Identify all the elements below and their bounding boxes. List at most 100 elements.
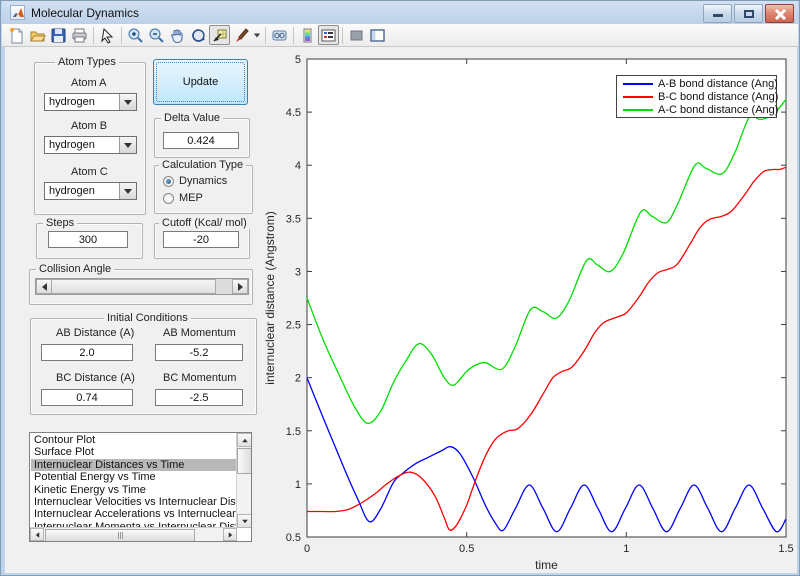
atom-a-label: Atom A — [71, 77, 107, 89]
colorbar-button[interactable] — [297, 25, 318, 45]
y-tick-label: 4.5 — [286, 107, 301, 119]
brush-icon — [236, 27, 249, 42]
insert-legend-button[interactable] — [318, 25, 339, 45]
mep-radio[interactable]: MEP — [163, 192, 203, 204]
listbox-vertical-scrollbar[interactable] — [236, 433, 251, 528]
arrow-cursor-icon — [101, 27, 114, 44]
y-tick-label: 2.5 — [286, 320, 301, 332]
plot-type-listbox[interactable]: Contour Plot Surface Plot Internuclear Dis… — [29, 432, 252, 542]
titlebar[interactable]: Molecular Dynamics — [2, 1, 798, 24]
calculation-type-label: Calculation Type — [159, 159, 247, 171]
figure-toolbar — [2, 24, 798, 47]
brush-dropdown-button[interactable] — [251, 25, 262, 45]
data-cursor-icon — [213, 29, 227, 41]
vertical-scroll-thumb[interactable] — [237, 448, 251, 474]
x-tick-label: 0 — [304, 543, 310, 555]
bc-distance-label: BC Distance (A) — [56, 372, 135, 384]
list-item[interactable]: Kinetic Energy vs Time — [31, 484, 236, 496]
link-plots-button[interactable] — [269, 25, 290, 45]
save-button[interactable] — [48, 25, 69, 45]
list-item[interactable]: Internuclear Accelerations vs Internucle… — [31, 508, 236, 520]
initial-conditions-label: Initial Conditions — [104, 312, 191, 324]
atom-b-dropdown[interactable]: hydrogen — [44, 136, 137, 154]
print-button[interactable] — [69, 25, 90, 45]
scroll-down-button[interactable] — [237, 514, 251, 528]
figure-client-area: Atom Types Atom A hydrogen Atom B hydrog… — [5, 47, 797, 573]
chevron-down-icon — [124, 188, 132, 194]
y-tick-label: 1.5 — [286, 426, 301, 438]
colorbar-icon — [303, 28, 312, 42]
legend-entry: A-C bond distance (Ang) — [617, 103, 778, 116]
y-axis-label: internuclear distance (Angstrom) — [263, 211, 277, 384]
minimize-button[interactable] — [703, 4, 732, 23]
list-item[interactable]: Internuclear Velocities vs Internuclear … — [31, 496, 236, 508]
list-item[interactable]: Contour Plot — [31, 434, 236, 446]
x-tick-label: 1 — [623, 543, 629, 555]
list-item[interactable]: Internuclear Distances vs Time — [31, 458, 236, 472]
radio-selected-icon — [163, 175, 174, 187]
bc-momentum-field[interactable]: -2.5 — [155, 389, 243, 406]
atom-a-dropdown[interactable]: hydrogen — [44, 93, 137, 111]
horizontal-scroll-thumb[interactable] — [45, 529, 195, 541]
brush-button[interactable] — [230, 25, 251, 45]
plot-legend[interactable]: A-B bond distance (Ang) B-C bond distance… — [616, 75, 779, 118]
arrow-cursor-button[interactable] — [97, 25, 118, 45]
zoom-in-button[interactable] — [125, 25, 146, 45]
chevron-down-icon — [124, 99, 132, 105]
zoom-in-icon — [128, 28, 143, 43]
listbox-horizontal-scrollbar[interactable] — [30, 527, 237, 541]
calculation-type-group: Calculation Type — [154, 159, 253, 214]
slider-right-arrow[interactable] — [232, 279, 248, 294]
legend-label: B-C bond distance (Ang) — [658, 90, 779, 103]
dynamics-radio[interactable]: Dynamics — [163, 175, 227, 187]
zoom-out-button[interactable] — [146, 25, 167, 45]
update-button[interactable]: Update — [153, 59, 248, 105]
ab-momentum-label: AB Momentum — [163, 327, 236, 339]
collision-angle-slider[interactable] — [35, 278, 249, 295]
pan-hand-icon — [171, 28, 183, 43]
close-button[interactable] — [765, 4, 794, 23]
insert-legend-icon — [321, 29, 336, 41]
list-item[interactable]: Potential Energy vs Time — [31, 471, 236, 483]
legend-line-sample — [623, 95, 653, 98]
ab-momentum-field[interactable]: -5.2 — [155, 344, 243, 361]
brush-dropdown-arrow-icon — [253, 33, 260, 37]
legend-line-sample — [623, 82, 653, 85]
plot-axes: 0 0.5 1 1.50.511.522.533.544.55timeinternuc… — [263, 54, 794, 572]
bc-distance-field[interactable]: 0.74 — [41, 389, 133, 406]
zoom-out-icon — [149, 28, 164, 43]
data-cursor-button[interactable] — [209, 25, 230, 45]
slider-thumb[interactable] — [52, 279, 216, 294]
arrow-up-icon — [241, 438, 248, 442]
toolbar-separator — [93, 26, 94, 44]
atom-c-dropdown[interactable]: hydrogen — [44, 182, 137, 200]
arrow-right-icon — [237, 282, 243, 291]
scroll-left-button[interactable] — [30, 528, 44, 541]
open-folder-button[interactable] — [27, 25, 48, 45]
new-document-button[interactable] — [6, 25, 27, 45]
steps-field[interactable]: 300 — [48, 231, 128, 248]
delta-value-field[interactable]: 0.424 — [163, 132, 239, 149]
print-icon — [72, 28, 87, 42]
scroll-up-button[interactable] — [237, 433, 251, 447]
arrow-left-icon — [41, 282, 47, 291]
cutoff-label: Cutoff (Kcal/ mol) — [159, 217, 250, 229]
scroll-right-button[interactable] — [223, 528, 237, 541]
save-icon — [51, 28, 66, 42]
minimize-icon — [713, 14, 723, 17]
rotate-3d-button[interactable] — [188, 25, 209, 45]
maximize-button[interactable] — [734, 4, 763, 23]
pan-hand-button[interactable] — [167, 25, 188, 45]
steps-label: Steps — [43, 217, 78, 229]
show-plot-tools-icon — [370, 28, 385, 42]
show-plot-tools-button[interactable] — [367, 25, 388, 45]
matlab-logo-icon — [10, 5, 25, 20]
cutoff-field[interactable]: -20 — [163, 231, 239, 248]
list-item[interactable]: Surface Plot — [31, 446, 236, 458]
ab-distance-field[interactable]: 2.0 — [41, 344, 133, 361]
atom-b-label: Atom B — [71, 120, 108, 132]
slider-left-arrow[interactable] — [36, 279, 52, 294]
arrow-left-icon — [35, 531, 39, 538]
legend-line-sample — [623, 108, 653, 111]
hide-plot-tools-button[interactable] — [346, 25, 367, 45]
